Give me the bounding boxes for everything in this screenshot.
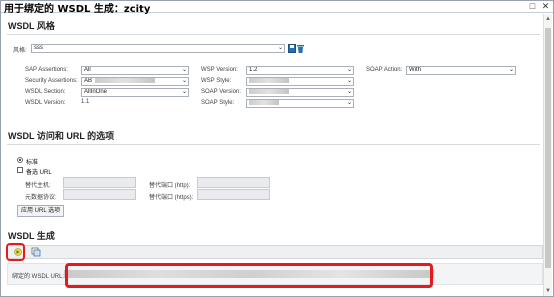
redacted-value	[249, 78, 289, 83]
chevron-down-icon: ⌄	[346, 100, 352, 106]
wsdl-section-value: AllInOne	[84, 89, 108, 95]
security-assertions-value: AB	[84, 78, 93, 85]
highlight-wsdl-url	[65, 263, 433, 288]
alt-port-http-label: 替代端口 (http):	[149, 183, 191, 189]
wsdl-section-label: WSDL Section:	[25, 89, 66, 95]
dialog-window: 用于绑定的 WSDL 生成：zcity □ ✕ ▲ ▼ WSDL 风格 风格: …	[0, 0, 554, 297]
security-assertions-select[interactable]: AB ⌄	[81, 77, 189, 86]
alt-port-http-input[interactable]	[197, 177, 270, 188]
copy-button[interactable]	[30, 247, 42, 257]
radio-standard-label: 标准	[26, 160, 39, 166]
chevron-down-icon: ⌄	[508, 67, 514, 73]
radio-standard[interactable]	[17, 157, 23, 163]
style-label: 风格:	[13, 48, 27, 54]
apply-url-options-button[interactable]: 应用 URL 选项	[17, 205, 65, 217]
alt-port-https-input[interactable]	[197, 189, 270, 200]
wsp-style-label: WSP Style:	[201, 78, 232, 84]
chevron-down-icon: ⌄	[346, 67, 352, 73]
soap-action-label: SOAP Action:	[366, 67, 403, 73]
chevron-down-icon: ⌄	[346, 78, 352, 84]
copy-icon	[31, 247, 41, 257]
scroll-up-icon[interactable]: ▲	[544, 15, 552, 23]
alt-proto-input[interactable]	[63, 189, 136, 200]
wsp-version-label: WSP Version:	[201, 67, 238, 73]
alt-port-https-label: 替代端口 (https):	[149, 195, 194, 201]
soap-version-select[interactable]: ⌄	[246, 88, 354, 97]
style-value: sss	[34, 45, 43, 51]
sap-assertions-select[interactable]: All ⌄	[81, 66, 189, 75]
alt-proto-label: 元数据协议:	[25, 195, 57, 201]
soap-style-select[interactable]: ⌄	[246, 99, 354, 108]
restore-icon[interactable]: □	[528, 2, 537, 11]
chevron-down-icon: ⌄	[181, 67, 187, 73]
redacted-value	[249, 100, 279, 105]
chevron-down-icon: ⌄	[346, 89, 352, 95]
wsp-version-value: 1.2	[249, 67, 258, 73]
soap-action-select[interactable]: With ⌄	[406, 66, 516, 75]
section-title-generation: WSDL 生成	[8, 231, 55, 241]
checkbox-alt-url-label: 备选 URL	[26, 170, 52, 176]
checkbox-alt-url[interactable]	[17, 167, 23, 173]
chevron-down-icon: ⌄	[181, 89, 187, 95]
scroll-thumb[interactable]	[545, 28, 551, 268]
highlight-generate-button	[6, 243, 25, 261]
redacted-value	[95, 78, 156, 83]
chevron-down-icon: ⌄	[181, 78, 187, 84]
soap-style-label: SOAP Style:	[201, 100, 235, 106]
title-bar: 用于绑定的 WSDL 生成：zcity □ ✕	[1, 1, 553, 15]
wsp-style-select[interactable]: ⌄	[246, 77, 354, 86]
alt-host-input[interactable]	[63, 177, 136, 188]
wsp-version-select[interactable]: 1.2 ⌄	[246, 66, 354, 75]
redacted-value	[249, 89, 289, 94]
save-icon[interactable]	[288, 44, 296, 53]
soap-version-label: SOAP Version:	[201, 89, 241, 95]
close-icon[interactable]: ✕	[541, 2, 550, 11]
section-title-access: WSDL 访问和 URL 的选项	[8, 131, 115, 141]
vertical-scrollbar[interactable]: ▲ ▼	[543, 14, 552, 296]
sap-assertions-label: SAP Assertions:	[25, 67, 68, 73]
wsdl-section-select[interactable]: AllInOne ⌄	[81, 88, 189, 97]
scroll-down-icon[interactable]: ▼	[544, 287, 552, 295]
security-assertions-label: Security Assertions:	[25, 78, 78, 84]
wsdl-url-label: 绑定的 WSDL URL:	[12, 274, 65, 280]
window-title: 用于绑定的 WSDL 生成：zcity	[4, 4, 151, 15]
soap-action-value: With	[409, 67, 421, 73]
section-title-style: WSDL 风格	[8, 21, 55, 31]
sap-assertions-value: All	[84, 67, 91, 73]
radio-dot	[19, 159, 21, 161]
trash-icon[interactable]	[297, 44, 304, 53]
alt-host-label: 替代主机:	[25, 183, 51, 189]
wsdl-version-label: WSDL Version:	[25, 100, 66, 106]
style-select[interactable]: sss ⌄	[31, 44, 285, 53]
generation-toolbar	[7, 245, 543, 259]
divider	[7, 144, 540, 145]
chevron-down-icon: ⌄	[277, 45, 283, 51]
divider	[7, 34, 540, 35]
wsdl-version-value: 1.1	[81, 99, 90, 105]
